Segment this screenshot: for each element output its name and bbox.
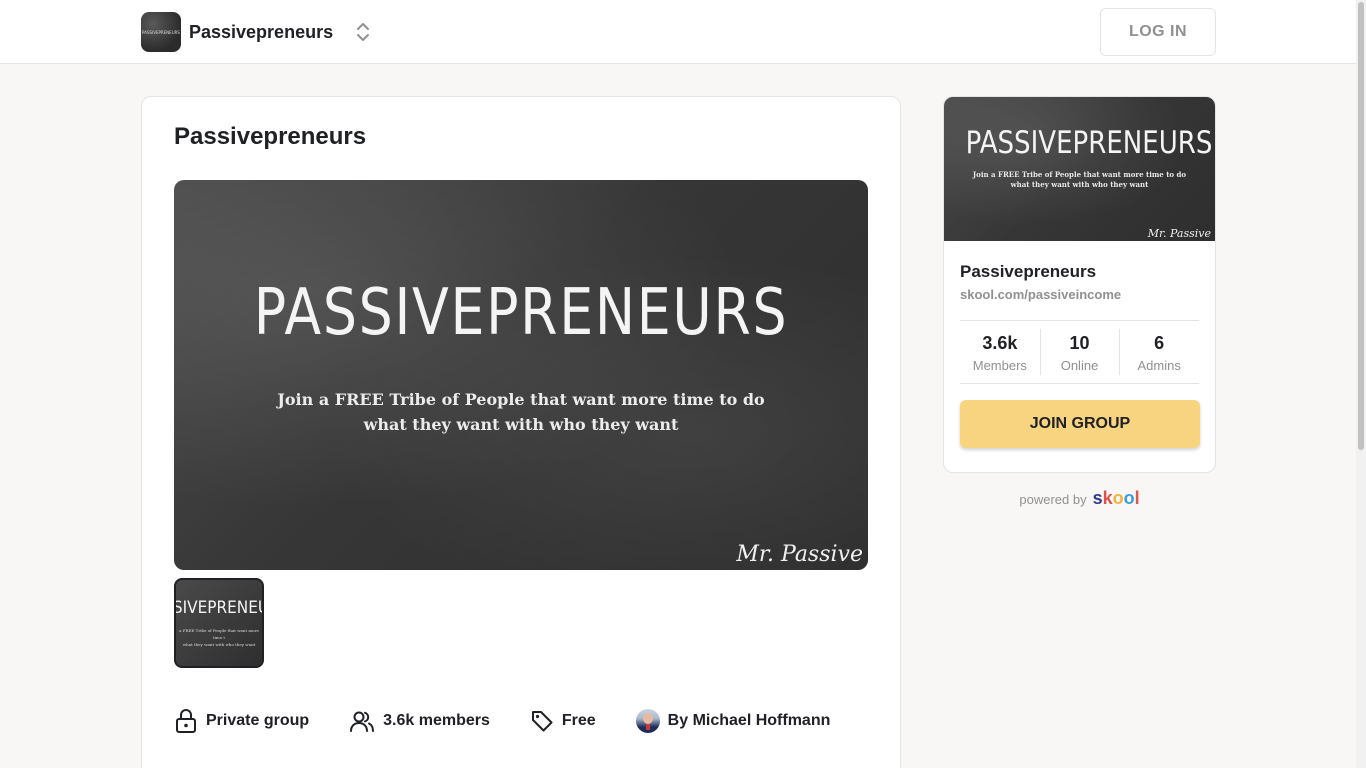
tag-icon [531,711,553,732]
group-stats: 3.6k Members 10 Online 6 Admins [960,320,1199,384]
scrollbar-thumb[interactable] [1358,2,1364,450]
hero-signature: Mr. Passive [736,542,863,567]
banner-subline: Join a FREE Tribe of People that want mo… [972,170,1187,189]
group-name: Passivepreneurs [189,21,334,42]
media-thumbnail[interactable]: SIVEPRENEU a FREE Tribe of People that w… [174,578,264,668]
stat-label: Admins [1137,357,1181,373]
skool-logo-letter: l [1134,488,1140,508]
page-title: Passivepreneurs [174,123,367,150]
group-switcher[interactable]: PASSIVEPRENEURS Passivepreneurs [141,12,371,52]
top-bar: PASSIVEPRENEURS Passivepreneurs LOG IN [0,0,1356,64]
powered-by-label: powered by [1019,492,1087,507]
group-title: Passivepreneurs [960,262,1097,281]
stat-label: Online [1060,357,1099,373]
stat-value: 6 [1154,332,1165,353]
stat-members: 3.6k Members [960,321,1040,383]
lock-icon [176,709,196,733]
stat-online: 10 Online [1039,321,1120,383]
users-icon [350,711,375,732]
privacy-label: Private group [206,712,310,729]
members-label: 3.6k members [383,712,490,729]
skool-logo-letter: s [1092,488,1103,508]
group-meta-row: Private group 3.6k members Free By Micha… [174,706,870,736]
hero-headline: PASSIVEPRENEURS [253,276,789,350]
group-url: skool.com/passiveincome [960,287,1122,302]
price-label: Free [561,712,596,729]
owner-avatar [635,709,660,733]
stat-value: 10 [1069,332,1090,353]
stat-value: 3.6k [982,332,1018,353]
members-info: 3.6k members [349,709,490,733]
group-about-card: Passivepreneurs PASSIVEPRENEURS Join a F… [141,96,901,768]
group-summary-card: PASSIVEPRENEURS Join a FREE Tribe of Peo… [943,96,1216,473]
privacy-info: Private group [174,708,309,734]
group-logo: PASSIVEPRENEURS [141,12,181,52]
banner-headline: PASSIVEPRENEURS [965,125,1213,161]
thumbnail-subline: a FREE Tribe of People that want more ti… [179,628,259,647]
login-button[interactable]: LOG IN [1100,8,1216,56]
skool-logo-letter: k [1102,488,1113,508]
group-logo-text: PASSIVEPRENEURS [142,29,180,35]
skool-logo-letter: o [1112,488,1124,508]
owner-label: By Michael Hoffmann [667,712,831,729]
hero-subline: Join a FREE Tribe of People that want mo… [277,390,765,434]
group-banner: PASSIVEPRENEURS Join a FREE Tribe of Peo… [944,97,1215,241]
skool-logo-letter: o [1123,488,1135,508]
hero-image: PASSIVEPRENEURS Join a FREE Tribe of Peo… [174,180,868,570]
join-group-button[interactable]: JOIN GROUP [960,400,1200,448]
banner-signature: Mr. Passive [1147,227,1211,240]
thumbnail-headline: SIVEPRENEU [174,598,264,618]
page-scrollbar[interactable] [1356,0,1366,768]
stat-label: Members [972,357,1027,373]
stat-admins: 6 Admins [1119,321,1199,383]
price-info: Free [530,709,596,733]
powered-by: powered by skool [943,488,1216,509]
chevron-up-down-icon [357,23,370,41]
skool-logo[interactable]: skool [1093,488,1140,509]
owner-info[interactable]: By Michael Hoffmann [635,709,831,733]
